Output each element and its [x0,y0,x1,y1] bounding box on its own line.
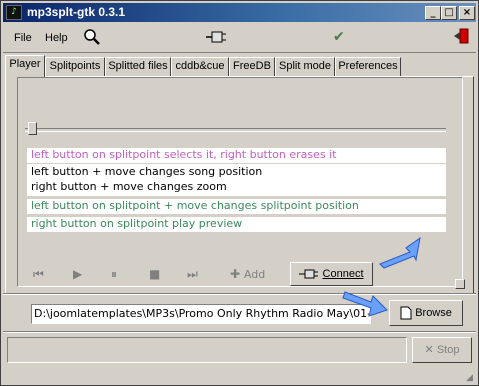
hint-line-4: left button on splitpoint + move changes… [31,199,359,212]
tab-splitted-files[interactable]: Splitted files [105,57,171,76]
hint-move-splitpoint: left button on splitpoint + move changes… [27,199,446,214]
tab-cddb-cue[interactable]: cddb&cue [171,57,229,76]
menu-toolbar: File Help ✔ [3,24,476,53]
scroll-square[interactable] [455,279,465,289]
stop-button[interactable]: ✕ Stop [412,337,472,363]
stop-icon[interactable]: ■ [149,267,160,281]
position-slider-thumb[interactable] [28,122,37,135]
play-icon[interactable]: ▶ [73,267,82,281]
magnifier-icon[interactable] [83,28,101,50]
pointer-arrow-icon [342,291,388,317]
browse-button[interactable]: Browse [389,300,463,326]
menu-file[interactable]: File [14,32,32,44]
checkmark-icon[interactable]: ✔ [333,29,345,45]
connect-label: Connect [322,268,364,280]
pointer-arrow-icon [379,236,421,269]
exit-icon[interactable] [453,28,469,48]
add-button[interactable]: ✚ Add [230,267,265,281]
browse-label: Browse [415,307,452,319]
add-label: Add [243,268,266,281]
previous-icon[interactable]: ⏮ [33,267,44,282]
close-button[interactable]: × [459,6,475,20]
separator [3,293,476,295]
hint-line-2: left button + move changes song position [31,165,263,178]
tab-bar: Player Splitpoints Splitted files cddb&c… [5,55,475,77]
hint-line-5: right button on splitpoint play preview [31,217,243,230]
position-slider-track[interactable] [25,128,446,132]
minimize-button[interactable]: _ [425,6,441,20]
tab-player[interactable]: Player [5,55,45,77]
pause-icon[interactable]: ⏸ [111,267,117,282]
plug-icon [299,269,319,279]
hint-move-zoom: left button + move changes song position… [27,164,446,196]
tab-preferences[interactable]: Preferences [335,57,401,76]
maximize-button[interactable]: □ [441,6,457,20]
close-x-icon: ✕ [424,344,434,356]
resize-grip-icon[interactable]: ◢ [466,373,473,383]
title-bar[interactable]: ♪ mp3splt-gtk 0.3.1 _ □ × [3,3,476,22]
tab-freedb[interactable]: FreeDB [229,57,275,76]
tab-split-mode[interactable]: Split mode [275,57,335,76]
main-window: ♪ mp3splt-gtk 0.3.1 _ □ × File Help ✔ Pl… [0,0,479,386]
plug-icon[interactable] [206,31,226,47]
app-icon: ♪ [6,5,22,20]
window-title: mp3splt-gtk 0.3.1 [27,5,126,19]
status-bar [7,337,407,363]
file-path-input[interactable]: D:\joomlatemplates\MP3s\Promo Only Rhyth… [31,304,371,324]
hint-preview: right button on splitpoint play preview [27,217,446,232]
stop-label: Stop [436,344,460,356]
hint-select-erase: left button on splitpoint selects it, ri… [27,148,446,163]
hint-line-3: right button + move changes zoom [31,180,227,193]
tab-splitpoints[interactable]: Splitpoints [45,57,105,76]
menu-help[interactable]: Help [45,32,68,44]
hint-line-1: left button on splitpoint selects it, ri… [31,148,337,161]
plus-icon: ✚ [230,267,241,281]
connect-button[interactable]: Connect [290,262,373,286]
separator [3,331,476,333]
document-icon [400,306,412,320]
next-icon[interactable]: ⏭ [187,267,198,282]
